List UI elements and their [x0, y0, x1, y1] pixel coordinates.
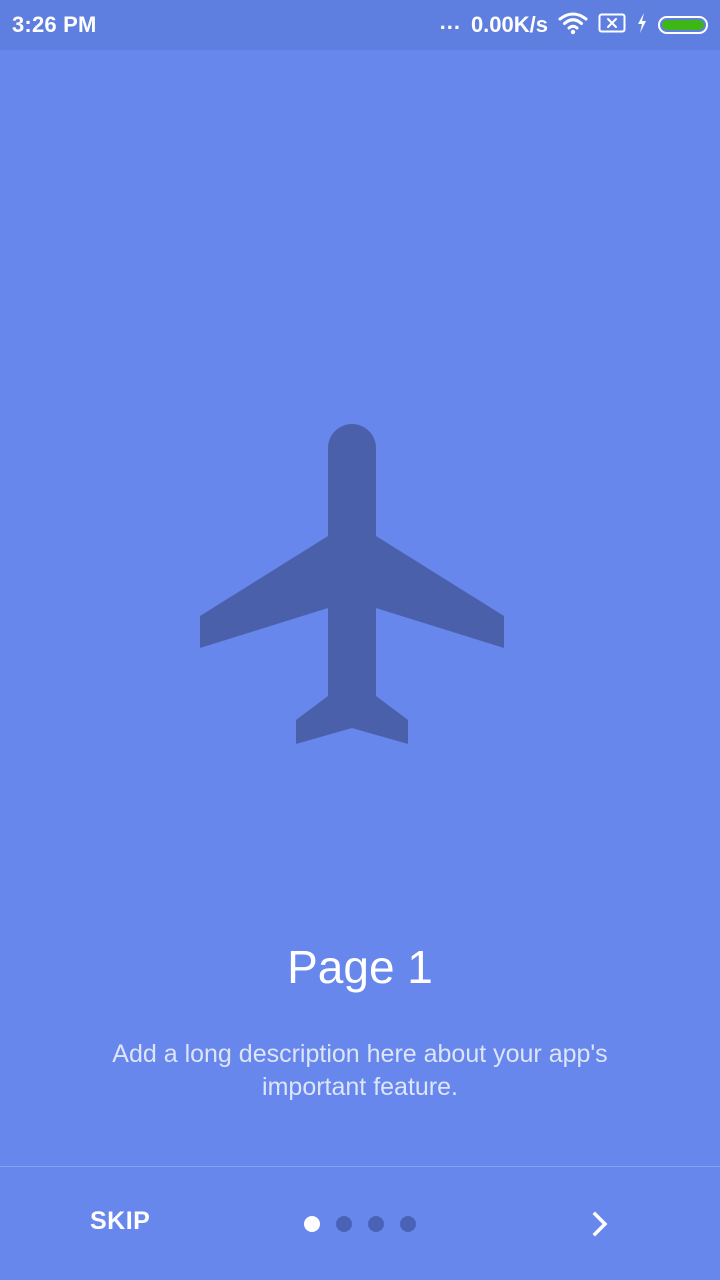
wifi-icon [558, 11, 588, 40]
battery-icon [658, 16, 708, 34]
chevron-right-icon [592, 1211, 608, 1237]
status-bar: 3:26 PM ... 0.00K/s [0, 0, 720, 50]
status-time: 3:26 PM [12, 12, 97, 37]
page-dot-3[interactable] [368, 1216, 384, 1232]
slide-description: Add a long description here about your a… [112, 1040, 608, 1101]
status-icons: ... 0.00K/s [440, 10, 708, 40]
airplane-icon [200, 424, 504, 744]
status-more-dots: ... [439, 9, 461, 34]
charging-icon [636, 12, 648, 39]
next-button[interactable] [586, 1208, 614, 1240]
slide-title: Page 1 [287, 941, 433, 993]
page-dot-1[interactable] [304, 1216, 320, 1232]
skip-button[interactable]: SKIP [90, 1207, 150, 1236]
battery-level [662, 20, 704, 30]
network-speed: 0.00K/s [470, 12, 548, 37]
sim-x-icon [598, 12, 626, 39]
page-indicator [304, 1216, 416, 1232]
page-dot-2[interactable] [336, 1216, 352, 1232]
footer-divider [0, 1166, 720, 1167]
page-dot-4[interactable] [400, 1216, 416, 1232]
